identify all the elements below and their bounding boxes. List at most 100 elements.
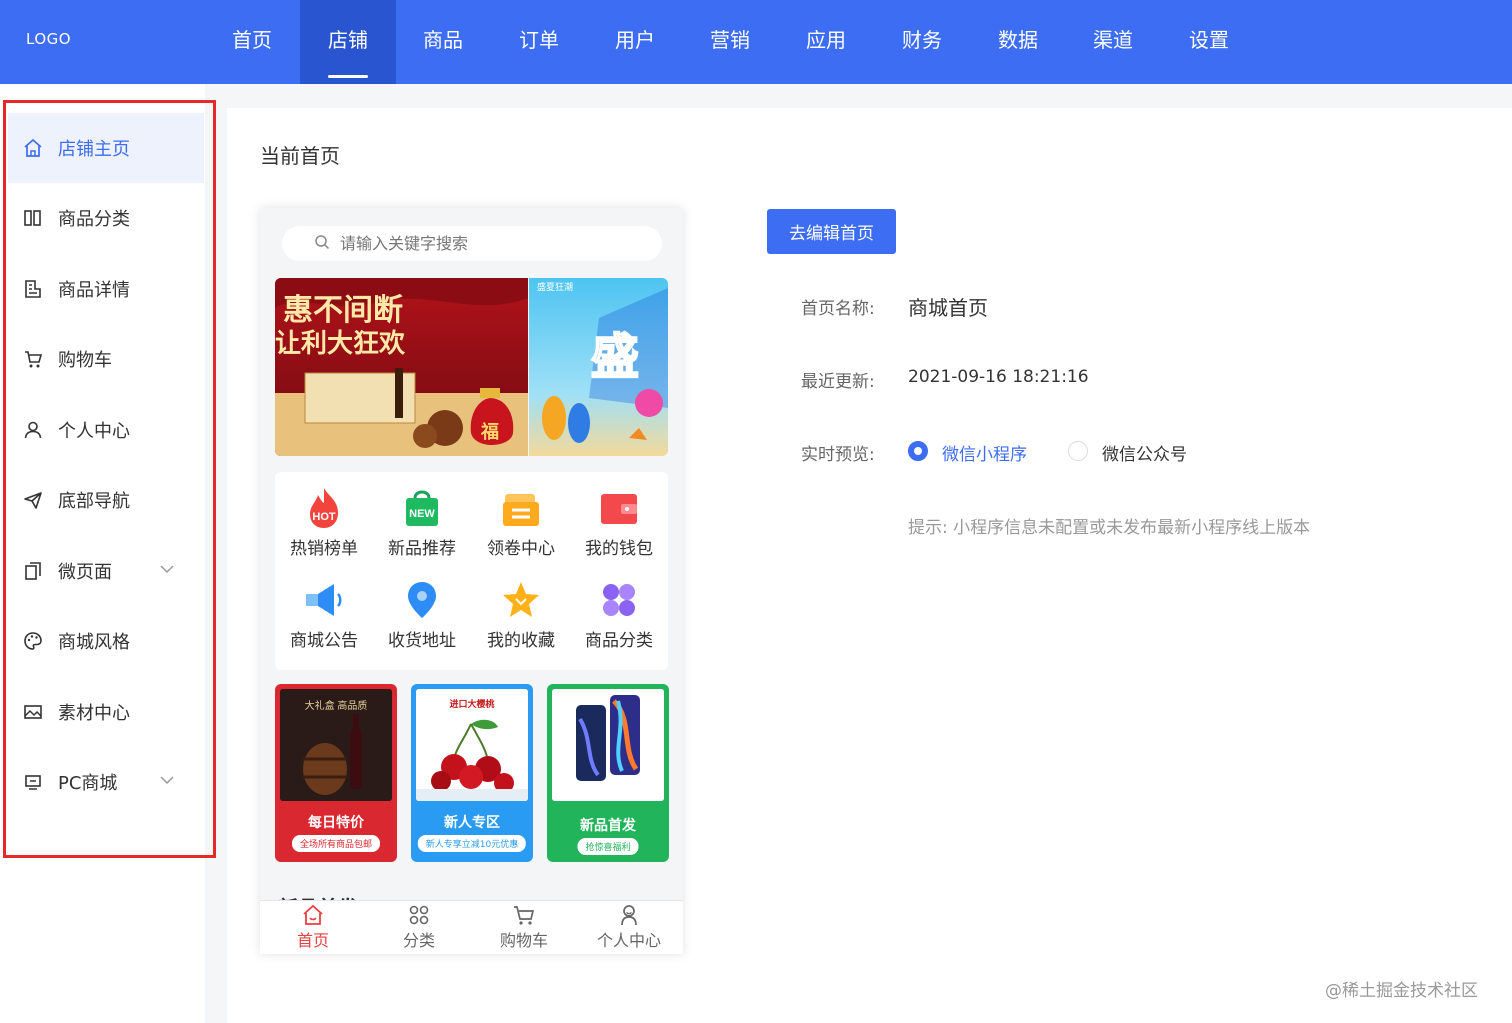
sidebar-item-label: 店铺主页: [58, 139, 130, 160]
tab-home[interactable]: 首页: [263, 903, 363, 951]
coupon-icon: [499, 486, 543, 530]
grid-hot-list[interactable]: HOT 热销榜单: [275, 486, 373, 559]
search-bar[interactable]: [282, 226, 662, 261]
tab-label: 购物车: [499, 931, 548, 950]
palette-icon: [22, 630, 44, 652]
grid-label: 领卷中心: [487, 539, 555, 559]
update-value: 2021-09-16 18:21:16: [908, 367, 1089, 387]
sidebar-item-label: 商品详情: [58, 280, 130, 301]
chevron-down-icon[interactable]: [158, 560, 176, 578]
sidebar-item-bottom-nav[interactable]: 底部导航: [8, 465, 204, 535]
grid-address[interactable]: 收货地址: [373, 578, 471, 651]
grid-label: 热销榜单: [290, 539, 358, 559]
tab-category[interactable]: 分类: [369, 903, 469, 951]
sidebar-item-label: PC商城: [58, 773, 118, 794]
nav-data[interactable]: 数据: [970, 0, 1066, 84]
nav-users[interactable]: 用户: [587, 0, 683, 84]
tab-label: 分类: [402, 931, 435, 950]
top-navigation: LOGO 首页 店铺 商品 订单 用户 营销 应用 财务 数据 渠道 设置: [0, 0, 1512, 84]
promo-banner[interactable]: 惠不间断 让利大狂欢 福: [275, 278, 528, 456]
category-icon: [597, 578, 641, 622]
wallet-icon: [597, 486, 641, 530]
radio-miniprogram-label[interactable]: 微信小程序: [942, 440, 1027, 465]
send-icon: [22, 489, 44, 511]
sidebar-item-label: 购物车: [58, 350, 112, 371]
tab-label: 首页: [296, 931, 329, 950]
banner-subline: 让利大狂欢: [275, 328, 406, 358]
name-value: 商城首页: [908, 296, 988, 320]
svg-text:盛: 盛: [591, 331, 639, 384]
svg-text:大礼盒 高品质: 大礼盒 高品质: [305, 699, 368, 712]
search-input[interactable]: [340, 234, 640, 253]
nav-finance[interactable]: 财务: [874, 0, 970, 84]
card-title: 新品首发: [580, 818, 636, 834]
name-label: 首页名称:: [801, 299, 875, 319]
shortcut-grid: HOT 热销榜单 NEW 新品推荐 领卷中心 我的钱包 商城公告 收货地址 我的…: [275, 472, 668, 670]
page-title: 当前首页: [260, 144, 340, 168]
grid-category[interactable]: 商品分类: [570, 578, 668, 651]
nav-apps[interactable]: 应用: [778, 0, 874, 84]
sidebar-item-cart[interactable]: 购物车: [8, 324, 204, 394]
grid-announcement[interactable]: 商城公告: [275, 578, 373, 651]
nav-settings[interactable]: 设置: [1161, 0, 1257, 84]
sidebar-item-asset-center[interactable]: 素材中心: [8, 677, 204, 747]
wine-image: 大礼盒 高品质: [280, 689, 392, 801]
sidebar-item-label: 素材中心: [58, 703, 130, 724]
card-title: 每日特价: [308, 815, 364, 831]
sidebar-item-store-home[interactable]: 店铺主页: [8, 113, 204, 183]
sidebar-item-product-category[interactable]: 商品分类: [8, 183, 204, 253]
hot-flame-icon: HOT: [302, 486, 346, 530]
logo: LOGO: [26, 30, 72, 48]
radio-official-account[interactable]: [1068, 441, 1088, 461]
grid-label: 我的钱包: [585, 539, 653, 559]
grid-favorites[interactable]: 我的收藏: [472, 578, 570, 651]
grid-new-products[interactable]: NEW 新品推荐: [373, 486, 471, 559]
cart-icon: [22, 348, 44, 370]
card-daily-special[interactable]: 大礼盒 高品质 每日特价 全场所有商品包邮: [275, 684, 397, 862]
radio-miniprogram[interactable]: [908, 441, 928, 461]
preview-label: 实时预览:: [801, 445, 875, 465]
edit-homepage-button[interactable]: 去编辑首页: [767, 209, 896, 254]
nav-store[interactable]: 店铺: [300, 0, 396, 84]
tab-cart[interactable]: 购物车: [474, 903, 574, 951]
nav-channels[interactable]: 渠道: [1065, 0, 1161, 84]
nav-home[interactable]: 首页: [204, 0, 300, 84]
grid-icon: [407, 903, 431, 927]
card-subtitle: 新人专享立减10元优惠: [417, 835, 527, 852]
home-icon: [22, 137, 44, 159]
grid-wallet[interactable]: 我的钱包: [570, 486, 668, 559]
grid-label: 新品推荐: [388, 539, 456, 559]
nav-orders[interactable]: 订单: [491, 0, 587, 84]
grid-label: 商城公告: [290, 631, 358, 651]
sidebar-item-product-detail[interactable]: 商品详情: [8, 254, 204, 324]
card-subtitle: 抢惊喜福利: [577, 838, 639, 855]
cherry-image: 进口大樱桃: [416, 689, 528, 801]
nav-products[interactable]: 商品: [395, 0, 491, 84]
star-icon: [499, 578, 543, 622]
radio-official-account-label[interactable]: 微信公众号: [1102, 440, 1187, 465]
card-subtitle: 全场所有商品包邮: [291, 835, 381, 852]
sidebar-item-mall-style[interactable]: 商城风格: [8, 606, 204, 676]
svg-text:HOT: HOT: [312, 511, 336, 523]
card-newcomer[interactable]: 进口大樱桃 新人专区 新人专享立减10元优惠: [411, 684, 533, 862]
sidebar-item-label: 底部导航: [58, 491, 130, 512]
sidebar-item-label: 微页面: [58, 562, 112, 583]
svg-text:福: 福: [480, 421, 499, 442]
sidebar-item-micro-page[interactable]: 微页面: [8, 536, 204, 606]
grid-coupon-center[interactable]: 领卷中心: [472, 486, 570, 559]
tab-profile[interactable]: 个人中心: [579, 903, 679, 951]
sidebar-item-pc-mall[interactable]: PC商城: [8, 747, 204, 817]
megaphone-icon: [302, 578, 346, 622]
chevron-down-icon[interactable]: [158, 771, 176, 789]
sidebar-item-user-center[interactable]: 个人中心: [8, 395, 204, 465]
summer-banner[interactable]: 盛 盛夏狂潮: [529, 278, 668, 456]
image-icon: [22, 701, 44, 723]
nav-marketing[interactable]: 营销: [682, 0, 778, 84]
columns-icon: [22, 207, 44, 229]
sidebar-item-label: 个人中心: [58, 421, 130, 442]
card-title: 新人专区: [444, 815, 500, 831]
grid-label: 我的收藏: [487, 631, 555, 651]
monitor-icon: [22, 771, 44, 793]
phone-tabbar: 首页 分类 购物车 个人中心: [260, 900, 683, 954]
card-new-launch[interactable]: 新品首发 抢惊喜福利: [547, 684, 669, 862]
